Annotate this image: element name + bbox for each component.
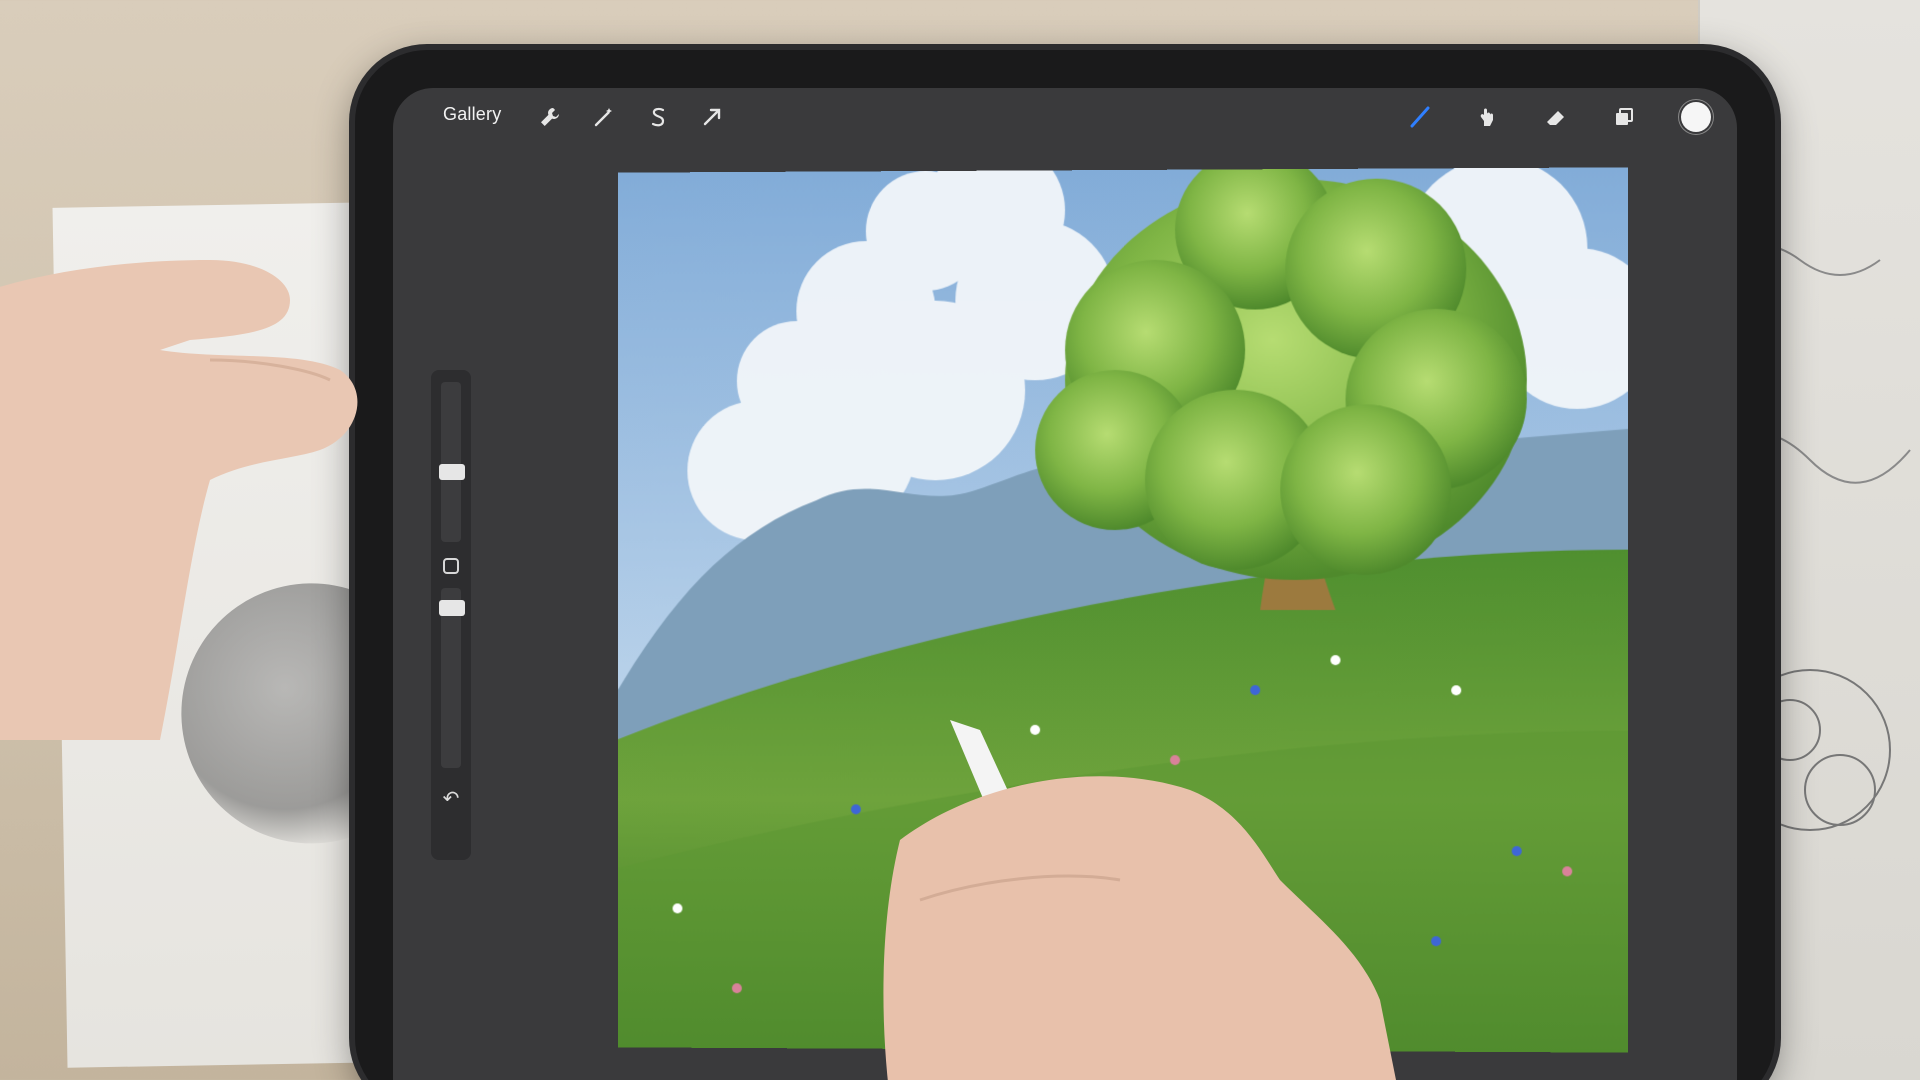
eraser-icon[interactable] [1541,102,1571,132]
gallery-button[interactable]: Gallery [443,104,501,125]
modify-button[interactable] [443,558,459,574]
brush-size-thumb[interactable] [439,464,465,480]
top-toolbar: Gallery [393,88,1737,148]
right-hand-with-pencil [883,720,1396,1080]
opacity-thumb[interactable] [439,600,465,616]
color-picker-button[interactable] [1681,102,1711,132]
brush-icon[interactable] [1405,102,1435,132]
transform-arrow-icon[interactable] [697,102,727,132]
undo-icon[interactable]: ↶ [440,788,462,810]
left-hand [0,260,358,740]
smudge-icon[interactable] [1473,102,1503,132]
adjustments-wand-icon[interactable] [589,102,619,132]
side-slider-panel: ↶ [431,370,471,860]
actions-wrench-icon[interactable] [535,102,565,132]
selection-s-icon[interactable] [643,102,673,132]
brush-size-slider[interactable] [441,382,461,542]
layers-icon[interactable] [1609,102,1639,132]
